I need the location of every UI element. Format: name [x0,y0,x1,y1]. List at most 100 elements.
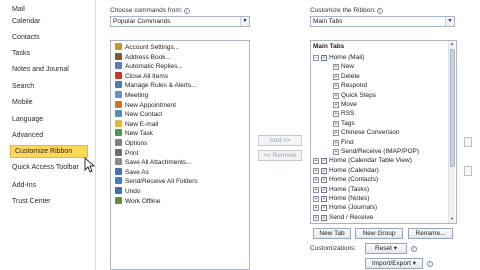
tree-item-label: Home (Notes) [329,195,370,202]
tab-checkbox[interactable]: ✓ [321,214,327,221]
choose-commands-label: Choose commands from: i [110,7,190,14]
expand-icon[interactable]: + [313,167,319,174]
command-item[interactable]: Address Book... [115,52,171,62]
expand-icon[interactable]: + [333,73,339,80]
nav-item-contacts[interactable]: Contacts [12,31,40,44]
tab-checkbox[interactable]: ✓ [321,196,327,202]
tree-item-label: Move [341,101,357,108]
nav-item-language[interactable]: Language [12,113,43,126]
tree-tab-item[interactable]: + ✓ Home (Notes) [313,194,369,203]
chevron-down-icon[interactable]: ▼ [445,17,454,26]
tree-scrollbar[interactable]: ▲ ▼ [448,41,455,223]
tab-checkbox[interactable]: ✓ [321,205,327,212]
tree-tab-item[interactable]: + ✓ Home (Contacts) [313,175,378,184]
expand-icon[interactable]: + [333,130,339,137]
scroll-thumb[interactable] [450,49,455,167]
tab-checkbox[interactable]: ✓ [321,177,327,184]
expand-icon[interactable]: + [313,177,319,184]
move-up-button[interactable] [464,137,472,147]
undo-icon [115,187,122,194]
command-item[interactable]: New E-mail [115,119,158,129]
command-item[interactable]: New Appointment [115,100,176,110]
command-item[interactable]: Meeting [115,91,148,100]
command-item[interactable]: Save As [115,167,149,177]
nav-item-tasks[interactable]: Tasks [12,47,30,60]
tree-group-item[interactable]: + Delete [333,72,360,81]
ribbon-tree[interactable]: Main Tabs − ✓ Home (Mail) + New + Delete + Respo… [310,40,457,224]
add-button[interactable]: Add >> [258,135,302,146]
expand-icon[interactable]: + [333,92,339,99]
tree-tab-item[interactable]: − ✓ Home (Mail) [313,53,364,62]
command-item[interactable]: New Task [115,129,153,138]
tree-group-item[interactable]: + Find [333,138,354,147]
tree-group-item[interactable]: + Tags [333,119,355,128]
tree-group-item[interactable]: + Send/Receive (IMAP/POP) [333,147,419,156]
nav-item-mobile[interactable]: Mobile [12,96,33,109]
scroll-up-icon[interactable]: ▲ [449,41,455,47]
import-export-button[interactable]: Import/Export ▾ [365,258,423,269]
tree-group-item[interactable]: + Chinese Conversion [333,128,400,137]
new-group-button[interactable]: New Group [355,228,403,239]
tree-group-item[interactable]: + RSS [333,109,354,118]
choose-commands-dropdown[interactable]: Popular Commands ▼ [110,16,250,27]
expand-icon[interactable]: + [333,111,339,118]
tree-tab-item[interactable]: + ✓ Home (Calendar Table View) [313,156,412,165]
tab-checkbox[interactable]: ✓ [321,158,327,165]
command-item[interactable]: Account Settings... [115,43,179,52]
nav-item-add-ins[interactable]: Add-Ins [12,179,36,192]
new-tab-button[interactable]: New Tab [313,228,351,239]
tree-group-item[interactable]: + New [333,62,354,71]
tree-group-item[interactable]: + Move [333,100,357,109]
expand-icon[interactable]: + [313,196,319,202]
tab-checkbox[interactable]: ✓ [321,167,327,174]
command-item[interactable]: Close All Items [115,71,168,81]
command-item[interactable]: Automatic Replies... [115,62,183,71]
email-icon [115,119,122,127]
nav-item-advanced[interactable]: Advanced [12,129,43,142]
reset-button[interactable]: Reset ▾ [365,243,407,254]
expand-icon[interactable]: + [333,83,339,90]
nav-item-trust-center[interactable]: Trust Center [12,195,51,208]
command-item[interactable]: Print [115,148,138,158]
expand-icon[interactable]: + [313,205,319,212]
nav-item-customize-ribbon[interactable]: Customize Ribbon [10,145,88,158]
expand-icon[interactable]: + [333,64,339,71]
chevron-down-icon[interactable]: ▼ [240,17,249,26]
nav-item-notes-and-journal[interactable]: Notes and Journal [12,63,69,76]
expand-icon[interactable]: + [313,158,319,165]
expand-icon[interactable]: + [313,214,319,221]
expand-icon[interactable]: + [333,102,339,108]
remove-button[interactable]: << Remove [258,150,302,161]
expand-icon[interactable]: + [313,186,319,193]
scroll-down-icon[interactable]: ▼ [449,216,455,222]
command-item[interactable]: New Contact [115,110,162,119]
tab-checkbox[interactable]: ✓ [321,55,327,61]
move-down-button[interactable] [464,166,472,176]
nav-item-calendar[interactable]: Calendar [12,15,40,28]
tree-group-item[interactable]: + Respond [333,81,367,90]
command-item[interactable]: Undo [115,187,141,196]
expand-icon[interactable]: + [333,149,339,155]
command-item[interactable]: Options [115,139,147,148]
tab-checkbox[interactable]: ✓ [321,186,327,193]
tree-tab-item[interactable]: + ✓ Send / Receive [313,213,373,222]
collapse-icon[interactable]: − [313,55,319,61]
command-item[interactable]: Manage Rules & Alerts... [115,81,197,90]
command-item[interactable]: Work Offline [115,196,161,206]
tree-tab-item[interactable]: + ✓ Home (Journals) [313,203,377,212]
tree-group-item[interactable]: + Quick Steps [333,91,376,100]
rules-icon [115,81,122,89]
rename-button[interactable]: Rename... [408,228,453,239]
tree-tab-item[interactable]: + ✓ Home (Tasks) [313,185,369,194]
command-item[interactable]: Send/Receive All Folders [115,177,198,186]
mouse-cursor-icon [84,157,96,173]
nav-item-search[interactable]: Search [12,80,34,93]
save-as-icon [115,167,122,175]
expand-icon[interactable]: + [333,139,339,146]
tree-tab-item[interactable]: + ✓ Home (Calendar) [313,166,379,175]
expand-icon[interactable]: + [333,120,339,127]
nav-item-quick-access-toolbar[interactable]: Quick Access Toolbar [12,161,79,174]
customize-ribbon-dropdown[interactable]: Main Tabs ▼ [310,16,455,27]
commands-listbox[interactable]: Account Settings... Address Book... Automa… [110,40,250,270]
command-item[interactable]: Save All Attachments... [115,158,191,167]
